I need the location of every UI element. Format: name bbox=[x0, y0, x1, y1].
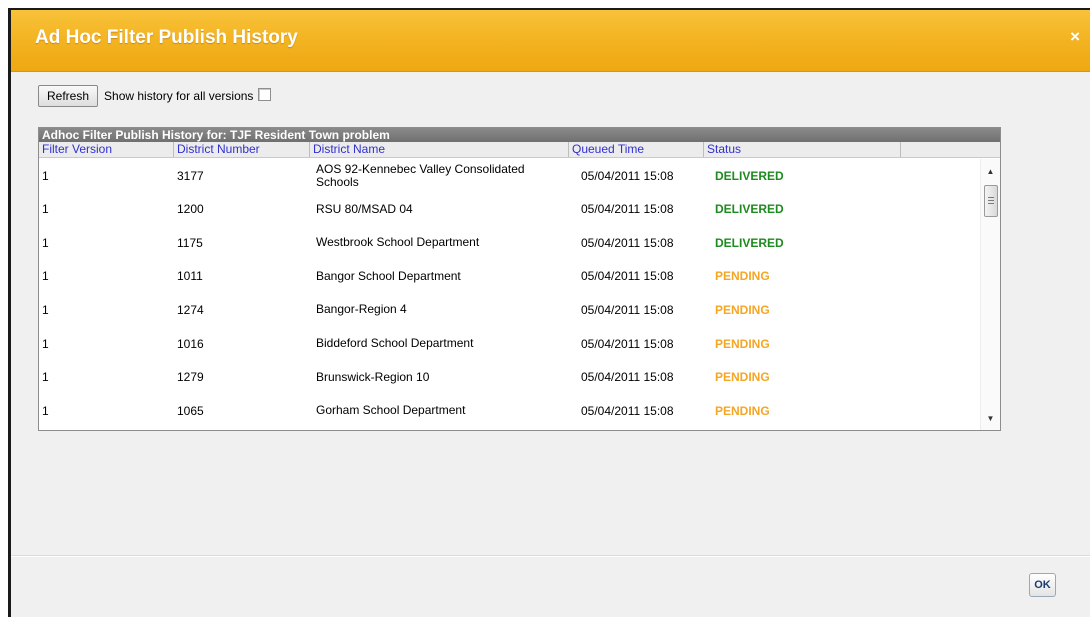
cell-status: PENDING bbox=[715, 269, 770, 284]
publish-history-grid: Adhoc Filter Publish History for: TJF Re… bbox=[38, 127, 1001, 431]
scrollbar-thumb[interactable] bbox=[984, 185, 998, 217]
cell-status: DELIVERED bbox=[715, 202, 784, 217]
cell-filter-version: 1 bbox=[42, 370, 49, 385]
cell-district-name: RSU 80/MSAD 04 bbox=[316, 201, 413, 216]
cell-district-number: 1065 bbox=[177, 403, 204, 418]
column-header-queued-time[interactable]: Queued Time bbox=[569, 142, 704, 157]
column-header-district-name[interactable]: District Name bbox=[310, 142, 569, 157]
cell-filter-version: 1 bbox=[42, 403, 49, 418]
cell-status: PENDING bbox=[715, 336, 770, 351]
cell-district-name: Biddeford School Department bbox=[316, 336, 474, 350]
cell-status: PENDING bbox=[715, 370, 770, 385]
cell-district-number: 1279 bbox=[177, 370, 204, 385]
cell-status: DELIVERED bbox=[715, 168, 784, 183]
cell-district-number: 1274 bbox=[177, 302, 204, 317]
cell-queued-time: 05/04/2011 15:08 bbox=[581, 269, 674, 284]
cell-queued-time: 05/04/2011 15:08 bbox=[581, 403, 674, 418]
grid-body: 1 3177 AOS 92-Kennebec Valley Consolidated… bbox=[39, 159, 1000, 430]
cell-filter-version: 1 bbox=[42, 336, 49, 351]
close-icon[interactable]: × bbox=[1070, 27, 1080, 47]
cell-district-number: 1200 bbox=[177, 202, 204, 217]
table-row[interactable]: 1 1065 Gorham School Department 05/04/2011 … bbox=[39, 394, 979, 427]
cell-district-name: Bangor School Department bbox=[316, 268, 461, 283]
show-all-versions-label: Show history for all versions bbox=[104, 89, 254, 103]
ok-button[interactable]: OK bbox=[1029, 573, 1056, 597]
cell-queued-time: 05/04/2011 15:08 bbox=[581, 168, 674, 183]
cell-filter-version: 1 bbox=[42, 168, 49, 183]
cell-status: DELIVERED bbox=[715, 235, 784, 250]
cell-queued-time: 05/04/2011 15:08 bbox=[581, 235, 674, 250]
scroll-down-arrow-icon[interactable]: ▼ bbox=[981, 412, 1000, 426]
cell-district-number: 1175 bbox=[177, 235, 203, 250]
refresh-button[interactable]: Refresh bbox=[38, 85, 99, 107]
column-header-filter-version[interactable]: Filter Version bbox=[39, 142, 174, 157]
cell-status: PENDING bbox=[715, 403, 770, 418]
cell-district-name: Bangor-Region 4 bbox=[316, 302, 407, 317]
publish-history-dialog: Ad Hoc Filter Publish History × Refresh … bbox=[11, 10, 1090, 617]
table-row[interactable]: 1 1200 RSU 80/MSAD 04 05/04/2011 15:08 DELIV… bbox=[39, 193, 979, 226]
cell-district-name: Brunswick-Region 10 bbox=[316, 369, 430, 384]
table-row[interactable]: 1 1175 Westbrook School Department 05/04/20… bbox=[39, 226, 979, 259]
cell-district-number: 1011 bbox=[177, 269, 203, 284]
grid-caption: Adhoc Filter Publish History for: TJF Re… bbox=[39, 128, 1000, 142]
cell-district-number: 1016 bbox=[177, 336, 204, 351]
cell-filter-version: 1 bbox=[42, 235, 49, 250]
cell-district-name: Westbrook School Department bbox=[316, 235, 480, 250]
cell-district-number: 3177 bbox=[177, 168, 204, 183]
grid-header-row: Filter Version District Number District … bbox=[39, 142, 1000, 158]
cell-district-name: Gorham School Department bbox=[316, 403, 466, 418]
cell-filter-version: 1 bbox=[42, 302, 49, 317]
cell-filter-version: 1 bbox=[42, 202, 49, 217]
grid-scrollbar[interactable]: ▲ ▼ bbox=[980, 159, 1000, 430]
show-all-versions-checkbox[interactable] bbox=[258, 88, 272, 101]
toolbar: Refresh Show history for all versions bbox=[38, 84, 272, 108]
dialog-titlebar: Ad Hoc Filter Publish History × bbox=[11, 10, 1090, 72]
footer-divider-highlight bbox=[11, 556, 1090, 557]
cell-status: PENDING bbox=[715, 302, 770, 317]
cell-queued-time: 05/04/2011 15:08 bbox=[581, 370, 674, 385]
table-row[interactable]: 1 1011 Bangor School Department 05/04/2011 … bbox=[39, 260, 979, 293]
dialog-title: Ad Hoc Filter Publish History bbox=[35, 27, 298, 48]
table-row[interactable]: 1 1274 Bangor-Region 4 05/04/2011 15:08 PEND… bbox=[39, 293, 979, 326]
table-row[interactable]: 1 3177 AOS 92-Kennebec Valley Consolidated… bbox=[39, 159, 979, 192]
cell-queued-time: 05/04/2011 15:08 bbox=[581, 336, 674, 351]
cell-queued-time: 05/04/2011 15:08 bbox=[581, 202, 674, 217]
table-row[interactable]: 1 1279 Brunswick-Region 10 05/04/2011 15:08… bbox=[39, 361, 979, 394]
column-header-status[interactable]: Status bbox=[704, 142, 901, 157]
scrollbar-grip-icon bbox=[988, 197, 994, 204]
cell-queued-time: 05/04/2011 15:08 bbox=[581, 302, 674, 317]
scroll-up-arrow-icon[interactable]: ▲ bbox=[981, 165, 1000, 179]
cell-filter-version: 1 bbox=[42, 269, 49, 284]
table-row[interactable]: 1 1016 Biddeford School Department 05/04/20… bbox=[39, 327, 979, 360]
column-header-district-number[interactable]: District Number bbox=[174, 142, 310, 157]
cell-district-name: AOS 92-Kennebec Valley Consolidated Scho… bbox=[316, 161, 525, 189]
